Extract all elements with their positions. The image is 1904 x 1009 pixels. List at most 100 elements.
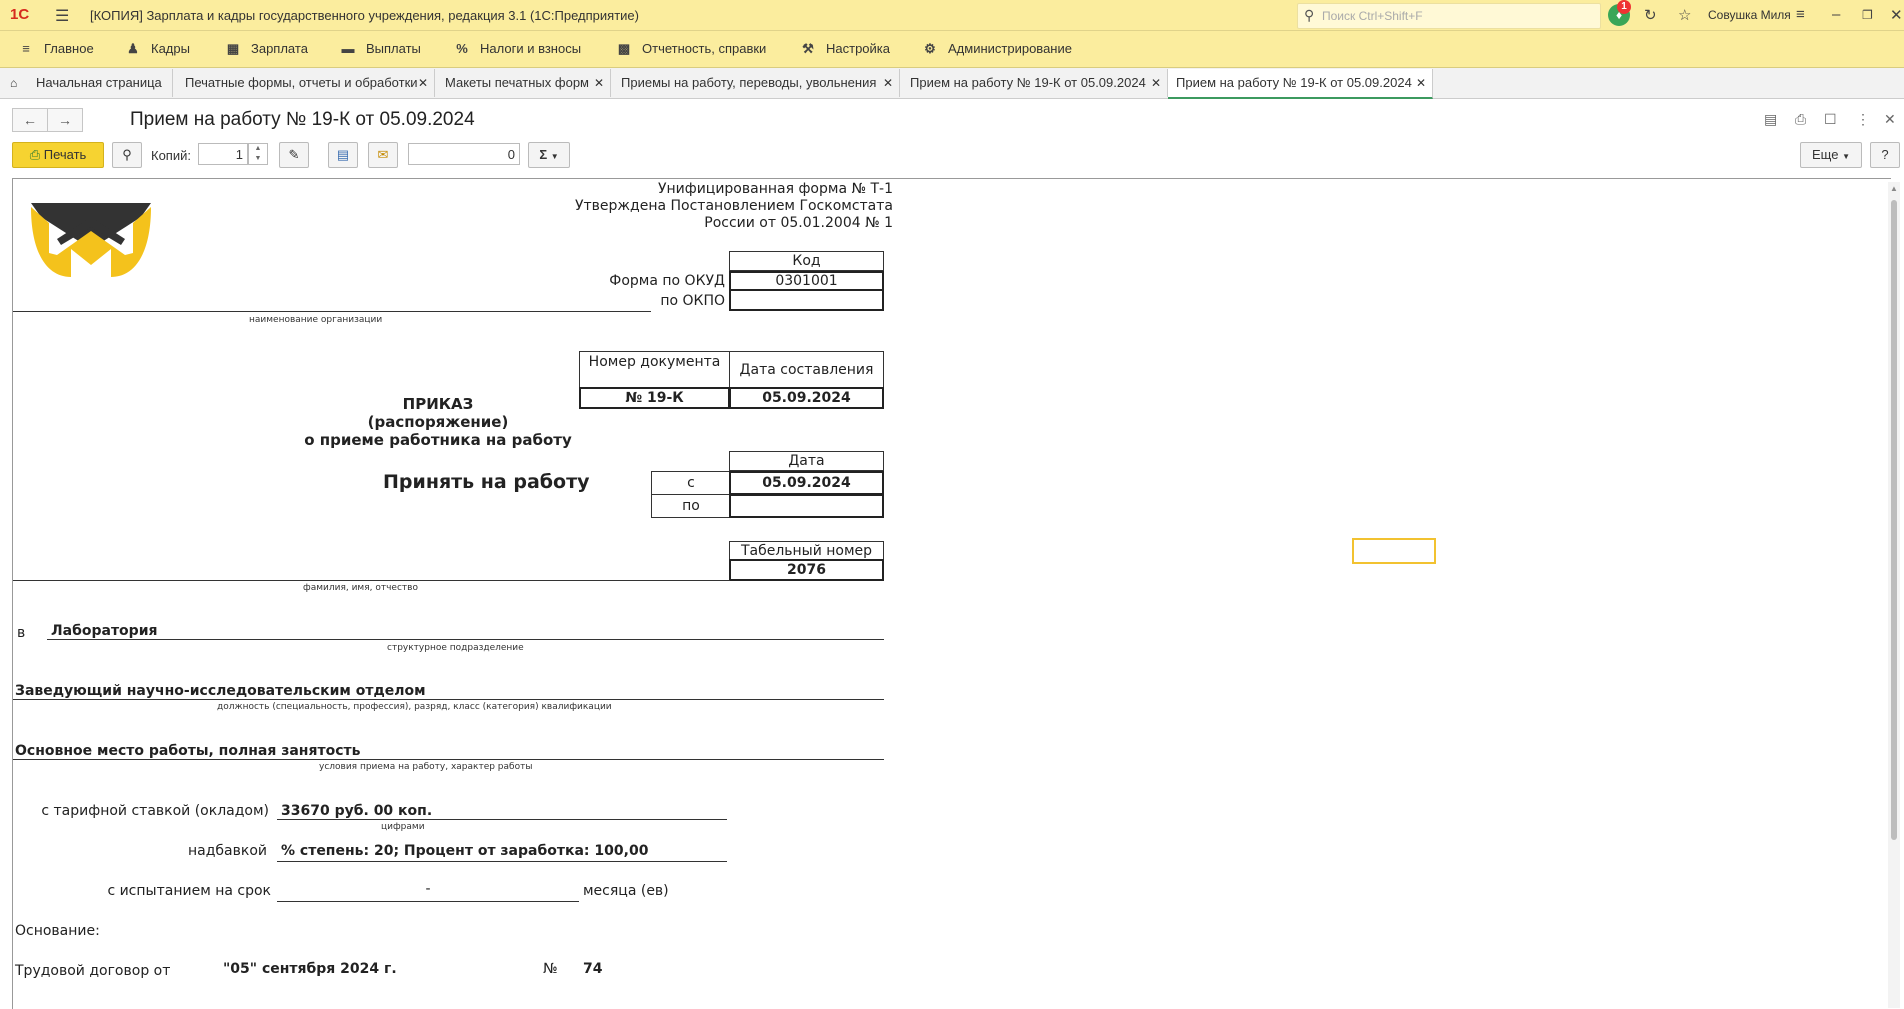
forward-button[interactable]: →	[47, 108, 83, 132]
trial-unit: месяца (ев)	[583, 883, 669, 899]
tabnum-header: Табельный номер	[729, 541, 884, 561]
app-logo: 1С	[10, 6, 30, 23]
close-window-icon[interactable]: ✕	[1890, 6, 1903, 24]
favorites-star-icon[interactable]: ☆	[1678, 6, 1691, 24]
help-button[interactable]: ?	[1870, 142, 1900, 168]
close-tab-icon[interactable]: ✕	[418, 69, 428, 97]
title-bar: 1С ☰ [КОПИЯ] Зарплата и кадры государств…	[0, 0, 1904, 31]
copies-stepper[interactable]: ▲ ▼	[248, 143, 268, 165]
copies-input[interactable]: 1	[198, 143, 248, 165]
sum-field[interactable]: 0	[408, 143, 520, 165]
search-icon: ⚲	[1304, 7, 1315, 23]
more-button[interactable]: Еще ▼	[1800, 142, 1862, 168]
from-label: с	[651, 471, 731, 495]
save-icon[interactable]: ▤	[1764, 111, 1777, 128]
print-toolbar: ⎙ Печать ⚲ Копий: 1 ▲ ▼ ✎ ▤ ✉ 0 Σ ▼ Еще ▼…	[0, 140, 1904, 176]
chevron-down-icon: ▼	[550, 152, 559, 161]
preview-button[interactable]: ⚲	[112, 142, 142, 168]
save-to-file-button[interactable]: ▤	[328, 142, 358, 168]
scrollbar-thumb[interactable]	[1891, 200, 1897, 840]
okud-label: Форма по ОКУД	[609, 273, 725, 289]
copies-label: Копий:	[151, 148, 191, 163]
more-vertical-icon[interactable]: ⋮	[1856, 111, 1870, 128]
date-column-header: Дата	[729, 451, 884, 471]
settings-lines-icon[interactable]: ≡	[1796, 6, 1805, 23]
restore-icon[interactable]: ❐	[1862, 8, 1873, 22]
date-header: Дата составления	[729, 351, 884, 389]
menu-item-hr[interactable]: ♟ Кадры	[123, 41, 190, 57]
wrench-icon: ⚒	[802, 41, 814, 56]
close-icon[interactable]: ✕	[1884, 111, 1896, 128]
reports-icon: ▩	[617, 41, 631, 56]
vertical-scrollbar[interactable]: ▲	[1888, 182, 1900, 1008]
tab-print-forms[interactable]: Печатные формы, отчеты и обработки ✕	[173, 69, 435, 97]
menu-item-taxes[interactable]: % Налоги и взносы	[452, 41, 581, 56]
calculator-icon: ▦	[226, 41, 240, 56]
minimize-icon[interactable]: –	[1832, 6, 1840, 23]
rate-label: с тарифной ставкой (окладом)	[41, 803, 269, 819]
tab-hiring-print[interactable]: Прием на работу № 19-К от 05.09.2024 ✕	[1168, 69, 1433, 99]
tab-hiring-doc[interactable]: Прием на работу № 19-К от 05.09.2024 ✕	[900, 69, 1168, 97]
search-input[interactable]: ⚲ Поиск Ctrl+Shift+F	[1297, 3, 1601, 29]
menu-item-salary[interactable]: ▦ Зарплата	[223, 41, 308, 57]
window-title: [КОПИЯ] Зарплата и кадры государственног…	[90, 8, 639, 23]
close-tab-icon[interactable]: ✕	[594, 69, 604, 97]
organization-logo-icon	[31, 203, 151, 277]
russia-decree-label: России от 05.01.2004 № 1	[704, 215, 893, 231]
scroll-up-icon[interactable]: ▲	[1890, 184, 1898, 193]
order-description: о приеме работника на работу	[304, 431, 572, 449]
envelope-icon: ✉	[377, 147, 389, 162]
printable-document[interactable]: Унифицированная форма № Т-1 Утверждена П…	[12, 178, 1891, 1009]
org-caption: наименование организации	[249, 315, 383, 325]
close-tab-icon[interactable]: ✕	[883, 69, 893, 97]
preview-icon[interactable]: ☐	[1824, 111, 1837, 128]
tab-print-layouts[interactable]: Макеты печатных форм ✕	[435, 69, 611, 97]
unified-form-label: Унифицированная форма № Т-1	[657, 181, 893, 197]
menu-item-main[interactable]: ≡ Главное	[16, 41, 93, 56]
edit-pencil-icon: ✎	[288, 147, 300, 162]
position-value: Заведующий научно-исследовательским отде…	[15, 683, 426, 699]
arrow-right-icon: →	[58, 112, 72, 128]
okud-value: 0301001	[729, 271, 884, 291]
edit-document-button[interactable]: ✎	[279, 142, 309, 168]
okpo-value	[729, 289, 884, 311]
tab-home[interactable]: ⌂ Начальная страница	[0, 69, 173, 97]
tab-hirings-list[interactable]: Приемы на работу, переводы, увольнения ✕	[611, 69, 900, 97]
wallet-icon: ▬	[341, 41, 355, 56]
hire-label: Принять на работу	[383, 471, 590, 493]
rate-value: 33670 руб. 00 коп.	[281, 803, 433, 819]
people-icon: ♟	[127, 41, 139, 56]
sum-dropdown-button[interactable]: Σ ▼	[528, 142, 570, 168]
print-button[interactable]: ⎙ Печать	[12, 142, 104, 168]
close-tab-icon[interactable]: ✕	[1151, 69, 1161, 97]
main-menu-icon[interactable]: ☰	[55, 6, 69, 26]
department-value: Лаборатория	[51, 623, 158, 639]
code-header: Код	[729, 251, 884, 271]
contract-no-label: №	[543, 961, 558, 977]
menu-item-settings[interactable]: ⚒ Настройка	[798, 41, 890, 57]
open-tabs-bar: ⌂ Начальная страница Печатные формы, отч…	[0, 68, 1904, 99]
chevron-down-icon: ▼	[1842, 152, 1850, 161]
back-button[interactable]: ←	[12, 108, 48, 132]
send-email-button[interactable]: ✉	[368, 142, 398, 168]
selected-cell[interactable]	[1352, 538, 1436, 564]
home-icon: ⌂	[10, 76, 18, 90]
fio-caption: фамилия, имя, отчество	[303, 583, 418, 593]
percent-icon: %	[456, 41, 468, 56]
conditions-value: Основное место работы, полная занятость	[15, 743, 361, 759]
menu-item-payments[interactable]: ▬ Выплаты	[338, 41, 421, 56]
sections-menu: ≡ Главное ♟ Кадры ▦ Зарплата ▬ Выплаты % Нало…	[0, 31, 1904, 68]
user-name[interactable]: Совушка Миля	[1708, 8, 1791, 22]
menu-item-admin[interactable]: ⚙ Администрирование	[920, 41, 1072, 57]
gear-icon: ⚙	[924, 41, 936, 56]
printer-icon[interactable]: ⎙	[1795, 111, 1806, 128]
page-title: Прием на работу № 19-К от 05.09.2024	[130, 109, 475, 130]
bonus-label: надбавкой	[188, 843, 267, 859]
order-subtitle: (распоряжение)	[367, 413, 509, 431]
document-header: ← → Прием на работу № 19-К от 05.09.2024…	[0, 99, 1904, 139]
to-label: по	[651, 494, 731, 518]
close-tab-icon[interactable]: ✕	[1416, 69, 1426, 97]
dept-caption: структурное подразделение	[387, 643, 524, 653]
history-icon[interactable]: ↻	[1644, 6, 1657, 24]
menu-item-reports[interactable]: ▩ Отчетность, справки	[614, 41, 766, 57]
